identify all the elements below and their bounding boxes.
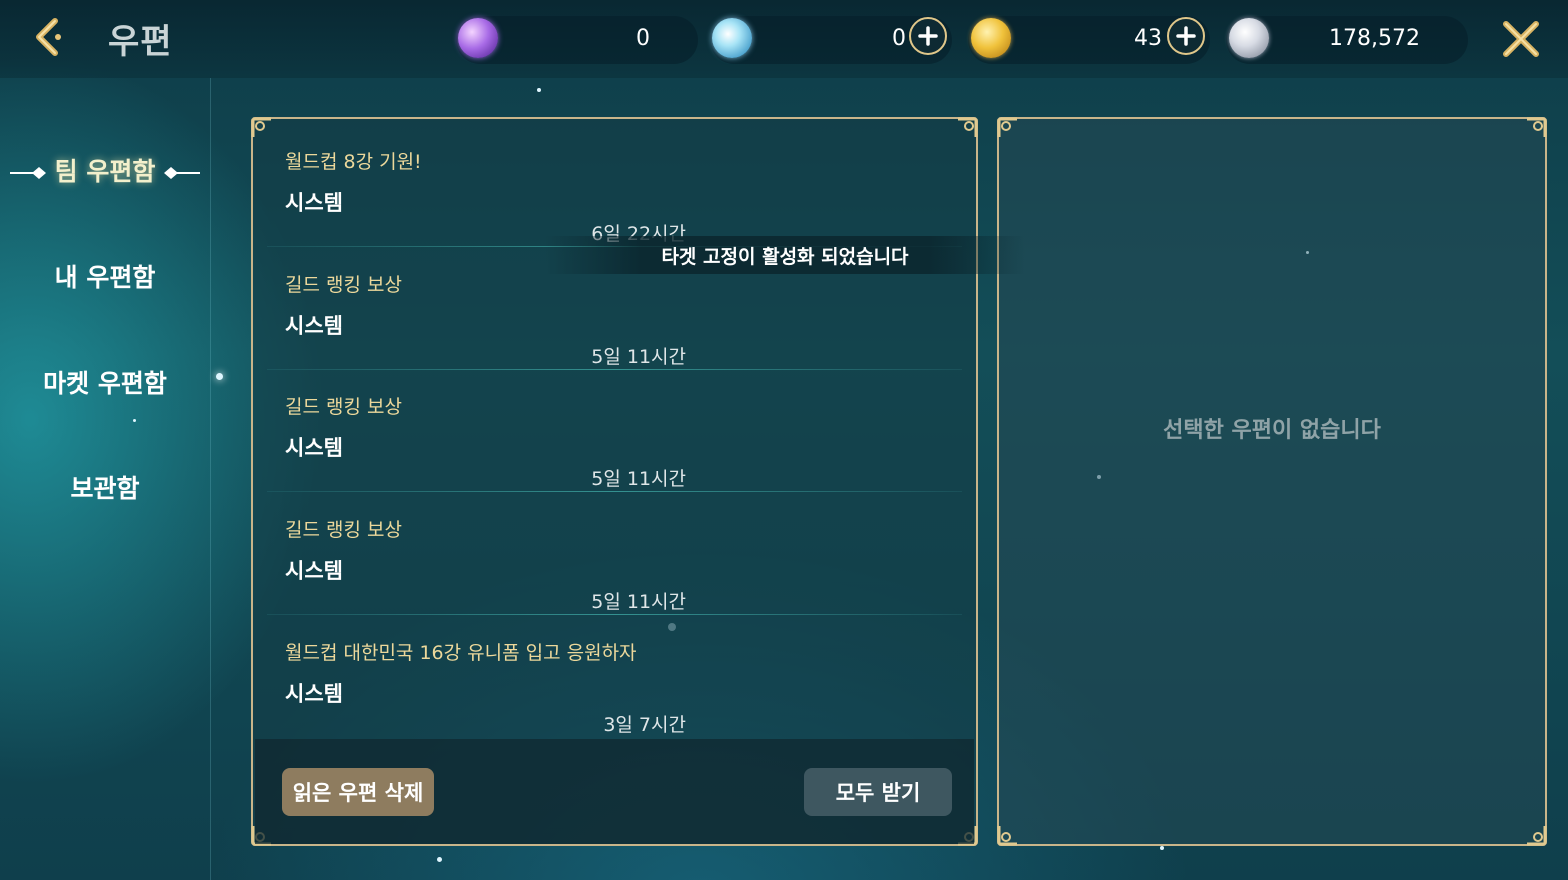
mail-title: 길드 랭킹 보상	[285, 274, 402, 296]
mail-title: 길드 랭킹 보상	[285, 396, 402, 418]
delete-read-mail-button[interactable]: 읽은 우편 삭제	[282, 768, 434, 816]
empty-selection-message: 선택한 우편이 없습니다	[1163, 418, 1381, 443]
mail-sender: 시스템	[285, 314, 343, 338]
sparkle	[537, 88, 541, 92]
sidebar-item-team-mailbox[interactable]: 팀 우편함	[0, 152, 210, 188]
mail-sender: 시스템	[285, 682, 343, 706]
mail-time-remaining: 5일 11시간	[591, 346, 686, 368]
mail-item[interactable]: 월드컵 대한민국 16강 유니폼 입고 응원하자 시스템 3일 7시간	[267, 616, 962, 738]
chevron-left-icon	[36, 18, 61, 56]
corner-ornament-icon	[1527, 117, 1547, 137]
mail-time-remaining: 3일 7시간	[603, 714, 686, 736]
sidebar-item-label: 보관함	[70, 474, 140, 503]
mail-item[interactable]: 길드 랭킹 보상 시스템 5일 11시간	[267, 493, 962, 615]
add-gold-coin-button[interactable]	[1167, 17, 1205, 55]
plus-icon	[1176, 26, 1196, 46]
plus-icon	[918, 26, 938, 46]
corner-ornament-icon	[1527, 826, 1547, 846]
mail-time-remaining: 5일 11시간	[591, 591, 686, 613]
silver-coin-value: 178,572	[1329, 26, 1420, 51]
sidebar-item-label: 내 우편함	[54, 263, 156, 292]
mail-sender: 시스템	[285, 436, 343, 460]
sparkle	[668, 623, 676, 631]
back-button[interactable]	[28, 14, 68, 60]
purple-gem-icon	[458, 18, 498, 58]
toast-message: 타겟 고정이 활성화 되었습니다	[545, 236, 1025, 274]
sparkle	[437, 857, 442, 862]
sparkle	[1306, 251, 1309, 254]
mail-sender: 시스템	[285, 559, 343, 583]
sparkle	[1160, 846, 1164, 850]
sparkle	[216, 373, 223, 380]
mailbox-screen: 우편 0 0 43 178,572 팀 우편함 내 우편함 마켓 우편함 보관함…	[0, 0, 1568, 880]
silver-coin-icon	[1229, 18, 1269, 58]
divider	[267, 491, 962, 492]
mailbox-sidebar: 팀 우편함 내 우편함 마켓 우편함 보관함	[0, 78, 211, 880]
sidebar-item-storage[interactable]: 보관함	[0, 469, 210, 505]
receive-all-button[interactable]: 모두 받기	[804, 768, 952, 816]
divider	[267, 614, 962, 615]
mail-detail-panel: 선택한 우편이 없습니다	[997, 117, 1547, 846]
mail-time-remaining: 5일 11시간	[591, 468, 686, 490]
blue-crystal-icon	[712, 18, 752, 58]
sidebar-item-my-mailbox[interactable]: 내 우편함	[0, 258, 210, 294]
sidebar-item-label: 마켓 우편함	[43, 369, 167, 398]
page-title: 우편	[108, 22, 173, 62]
corner-ornament-icon	[997, 117, 1017, 137]
mail-item[interactable]: 월드컵 8강 기원! 시스템 6일 22시간	[267, 125, 962, 247]
sparkle	[1097, 475, 1101, 479]
blue-crystal-value: 0	[892, 26, 906, 51]
mail-title: 월드컵 대한민국 16강 유니폼 입고 응원하자	[285, 642, 637, 664]
purple-gem-value: 0	[636, 26, 650, 51]
gold-coin-icon	[971, 18, 1011, 58]
mail-sender: 시스템	[285, 191, 343, 215]
top-bar: 우편 0 0 43 178,572	[0, 0, 1568, 78]
sparkle	[133, 419, 136, 422]
sidebar-item-label: 팀 우편함	[54, 157, 156, 186]
mail-title: 길드 랭킹 보상	[285, 519, 402, 541]
mail-list-panel: 월드컵 8강 기원! 시스템 6일 22시간 길드 랭킹 보상 시스템 5일 1…	[251, 117, 978, 846]
ornament-right-icon	[164, 167, 201, 179]
mail-item[interactable]: 길드 랭킹 보상 시스템 5일 11시간	[267, 370, 962, 492]
gold-coin-value: 43	[1134, 26, 1162, 51]
mail-list-footer: 읽은 우편 삭제 모두 받기	[255, 739, 974, 844]
corner-ornament-icon	[997, 826, 1017, 846]
sidebar-item-market-mailbox[interactable]: 마켓 우편함	[0, 364, 210, 400]
close-icon	[1503, 21, 1539, 57]
add-blue-crystal-button[interactable]	[909, 17, 947, 55]
ornament-left-icon	[9, 167, 46, 179]
close-button[interactable]	[1500, 18, 1542, 60]
mail-title: 월드컵 8강 기원!	[285, 151, 422, 173]
